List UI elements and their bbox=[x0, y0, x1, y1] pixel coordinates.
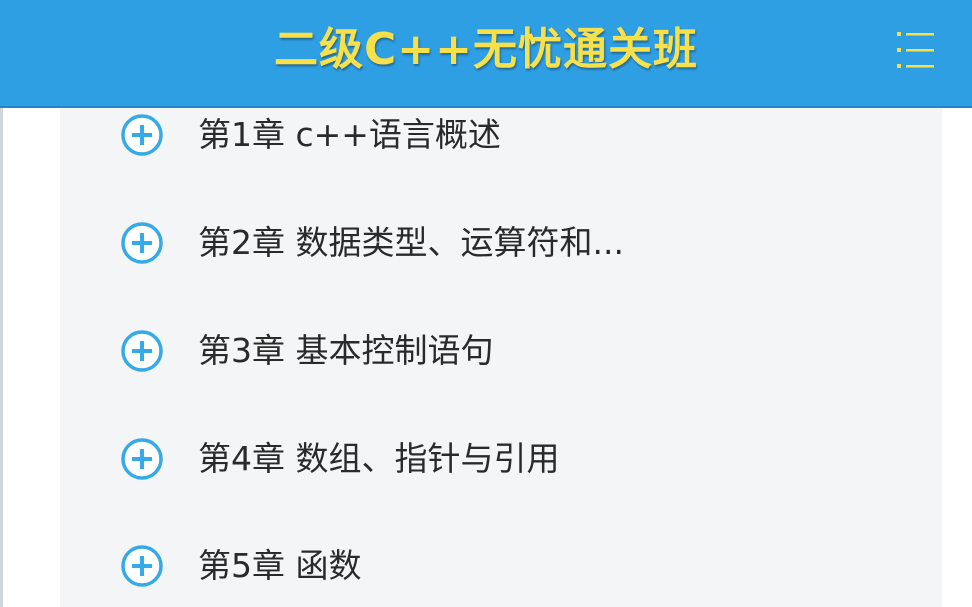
expand-plus-icon bbox=[121, 438, 163, 480]
chapter-label: 第5章 函数 bbox=[198, 546, 362, 585]
chapter-label: 第2章 数据类型、运算符和... bbox=[198, 223, 624, 262]
top-bar: 二级C++无忧通关班 bbox=[0, 0, 972, 108]
expand-plus-icon bbox=[121, 222, 163, 264]
page-title: 二级C++无忧通关班 bbox=[273, 24, 699, 75]
expand-plus-icon bbox=[121, 330, 163, 372]
chapter-item-1[interactable]: 第1章 c++语言概述 bbox=[60, 95, 942, 175]
expand-plus-icon bbox=[121, 545, 163, 587]
chapter-label: 第1章 c++语言概述 bbox=[198, 115, 501, 154]
chapter-item-5[interactable]: 第5章 函数 bbox=[60, 526, 942, 606]
app-window: 二级C++无忧通关班 第1章 c++语言概述 第2章 数据类型、运算符和... … bbox=[0, 0, 972, 607]
menu-button[interactable] bbox=[896, 28, 936, 72]
chapter-label: 第4章 数组、指针与引用 bbox=[198, 439, 560, 478]
chapter-label: 第3章 基本控制语句 bbox=[198, 331, 494, 370]
left-divider bbox=[0, 108, 3, 607]
chapter-item-4[interactable]: 第4章 数组、指针与引用 bbox=[60, 419, 942, 499]
chapter-item-3[interactable]: 第3章 基本控制语句 bbox=[60, 311, 942, 391]
right-margin bbox=[942, 108, 972, 607]
expand-plus-icon bbox=[121, 114, 163, 156]
list-menu-icon bbox=[897, 32, 934, 68]
chapter-item-2[interactable]: 第2章 数据类型、运算符和... bbox=[60, 203, 942, 283]
chapter-list: 第1章 c++语言概述 第2章 数据类型、运算符和... 第3章 基本控制语句 bbox=[60, 108, 942, 607]
